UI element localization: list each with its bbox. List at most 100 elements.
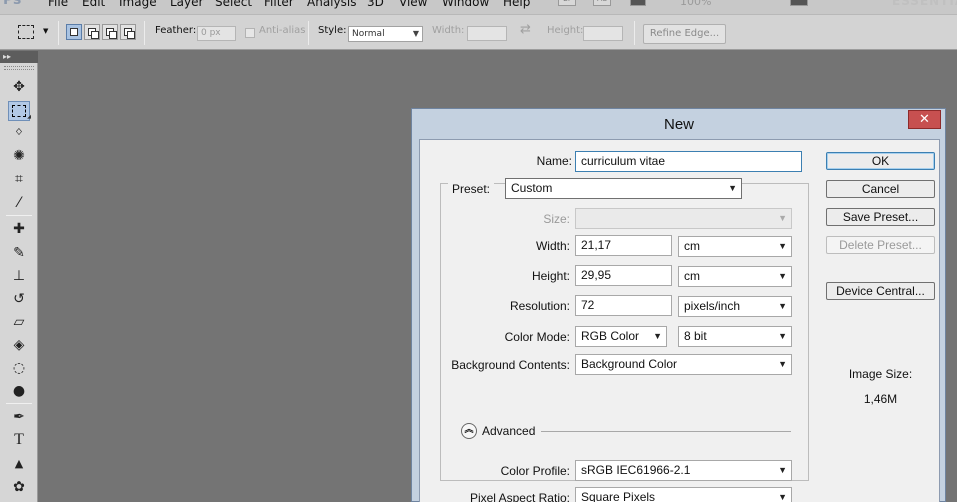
toolbox-divider: [6, 215, 32, 216]
color-profile-value: sRGB IEC61966-2.1: [581, 463, 691, 477]
add-to-selection-icon[interactable]: [84, 24, 100, 40]
height-input[interactable]: [583, 26, 623, 41]
style-select[interactable]: Normal ▼: [348, 26, 423, 42]
width-input[interactable]: 21,17: [575, 235, 672, 256]
name-input[interactable]: curriculum vitae: [575, 151, 802, 172]
bit-depth-value: 8 bit: [684, 329, 707, 343]
menu-view[interactable]: View: [399, 0, 427, 9]
chevron-down-icon: ▼: [778, 213, 787, 223]
color-profile-select[interactable]: sRGB IEC61966-2.1 ▼: [575, 460, 792, 481]
type-tool-icon[interactable]: T: [8, 430, 30, 450]
antialias-label: Anti-alias: [259, 25, 306, 36]
advanced-label[interactable]: Advanced: [482, 424, 535, 438]
screen-mode-icon[interactable]: [790, 0, 808, 6]
pixel-aspect-ratio-label: Pixel Aspect Ratio:: [469, 491, 570, 502]
size-label: Size:: [543, 212, 570, 226]
subtract-from-selection-icon[interactable]: [102, 24, 118, 40]
menu-help[interactable]: Help: [503, 0, 530, 9]
preset-select[interactable]: Custom ▼: [505, 178, 742, 199]
divider: [144, 21, 145, 45]
height-unit-select[interactable]: cm ▼: [678, 266, 792, 287]
clone-stamp-tool-icon[interactable]: ⊥: [8, 266, 30, 286]
color-mode-label: Color Mode:: [504, 330, 570, 344]
menu-file[interactable]: File: [48, 0, 68, 9]
cancel-button[interactable]: Cancel: [826, 180, 935, 198]
close-icon[interactable]: ✕: [908, 110, 941, 129]
menu-bar: Ps File Edit Image Layer Select Filter A…: [0, 0, 957, 14]
pen-tool-icon[interactable]: ✒: [8, 407, 30, 427]
height-label: Height:: [531, 269, 570, 283]
paint-bucket-tool-icon[interactable]: ◈: [8, 335, 30, 355]
chevron-down-icon: ▼: [778, 359, 787, 369]
height-label: Height:: [547, 25, 584, 36]
menu-filter[interactable]: Filter: [264, 0, 294, 9]
chevron-down-icon: ▼: [778, 492, 787, 502]
refine-edge-button[interactable]: Refine Edge...: [643, 24, 726, 44]
zoom-level[interactable]: 100%: [680, 0, 711, 8]
height-unit-value: cm: [684, 269, 700, 283]
antialias-checkbox[interactable]: [245, 28, 255, 38]
menu-select[interactable]: Select: [215, 0, 252, 9]
lasso-tool-icon[interactable]: ᛜ: [8, 123, 30, 143]
shape-tool-icon[interactable]: ✿: [8, 477, 30, 497]
size-select[interactable]: ▼: [575, 208, 792, 229]
crop-tool-icon[interactable]: ⌗: [8, 169, 30, 189]
width-input[interactable]: [467, 26, 507, 41]
save-preset-button[interactable]: Save Preset...: [826, 208, 935, 226]
brush-tool-icon[interactable]: ✎: [8, 243, 30, 263]
pixel-aspect-ratio-select[interactable]: Square Pixels ▼: [575, 487, 792, 502]
history-brush-tool-icon[interactable]: ↺: [8, 289, 30, 309]
pixel-aspect-ratio-value: Square Pixels: [581, 490, 656, 502]
background-contents-label: Background Contents:: [451, 358, 570, 372]
menu-3d[interactable]: 3D: [367, 0, 384, 9]
toolbox-grip[interactable]: [4, 66, 34, 70]
preset-select-value: Custom: [511, 181, 553, 195]
workspace-switcher[interactable]: ESSENTIAL: [892, 0, 957, 8]
width-label: Width:: [432, 25, 465, 36]
view-extras-icon[interactable]: [630, 0, 646, 6]
toolbox-divider: [6, 403, 32, 404]
bit-depth-select[interactable]: 8 bit ▼: [678, 326, 792, 347]
eyedropper-tool-icon[interactable]: ⁄: [8, 193, 30, 213]
path-selection-tool-icon[interactable]: ▲: [8, 454, 30, 474]
chevron-down-icon[interactable]: ▼: [43, 27, 48, 35]
device-central-button[interactable]: Device Central...: [826, 282, 935, 300]
move-tool-icon[interactable]: ✥: [8, 77, 30, 97]
menu-window[interactable]: Window: [442, 0, 489, 9]
background-contents-value: Background Color: [581, 357, 678, 371]
mini-bridge-button[interactable]: Mb: [593, 0, 611, 6]
width-unit-select[interactable]: cm ▼: [678, 236, 792, 257]
menu-edit[interactable]: Edit: [82, 0, 105, 9]
feather-label: Feather:: [155, 25, 197, 36]
resolution-unit-select[interactable]: pixels/inch ▼: [678, 296, 792, 317]
options-bar: ▼ Feather: 0 px Anti-alias Style: Normal…: [0, 14, 957, 50]
color-mode-select[interactable]: RGB Color ▼: [575, 326, 667, 347]
style-label: Style:: [318, 25, 347, 36]
menu-image[interactable]: Image: [119, 0, 157, 9]
menu-analysis[interactable]: Analysis: [307, 0, 356, 9]
ok-button[interactable]: OK: [826, 152, 935, 170]
toolbox-collapse[interactable]: ▸▸: [0, 51, 38, 63]
quick-selection-tool-icon[interactable]: ✺: [8, 146, 30, 166]
new-selection-icon[interactable]: [66, 24, 82, 40]
feather-input[interactable]: 0 px: [197, 26, 236, 41]
dodge-tool-icon[interactable]: ●: [8, 381, 30, 401]
width-label: Width:: [535, 239, 570, 253]
background-contents-select[interactable]: Background Color ▼: [575, 354, 792, 375]
bridge-button[interactable]: Br: [558, 0, 576, 6]
healing-brush-tool-icon[interactable]: ✚: [8, 219, 30, 239]
menu-layer[interactable]: Layer: [170, 0, 203, 9]
resolution-input[interactable]: 72: [575, 295, 672, 316]
delete-preset-button[interactable]: Delete Preset...: [826, 236, 935, 254]
swap-icon[interactable]: ⇄: [520, 22, 531, 37]
new-document-dialog: New ✕ Name: curriculum vitae Preset: Cus…: [411, 108, 946, 502]
chevron-down-icon: ▼: [778, 241, 787, 251]
resolution-label: Resolution:: [509, 299, 570, 313]
eraser-tool-icon[interactable]: ▱: [8, 312, 30, 332]
height-input[interactable]: 29,95: [575, 265, 672, 286]
intersect-selection-icon[interactable]: [120, 24, 136, 40]
advanced-toggle-icon[interactable]: ︽: [461, 423, 477, 439]
marquee-preset-icon[interactable]: [18, 25, 34, 39]
rectangular-marquee-tool-icon[interactable]: ◢: [8, 101, 31, 121]
blur-tool-icon[interactable]: ◌: [8, 358, 30, 378]
